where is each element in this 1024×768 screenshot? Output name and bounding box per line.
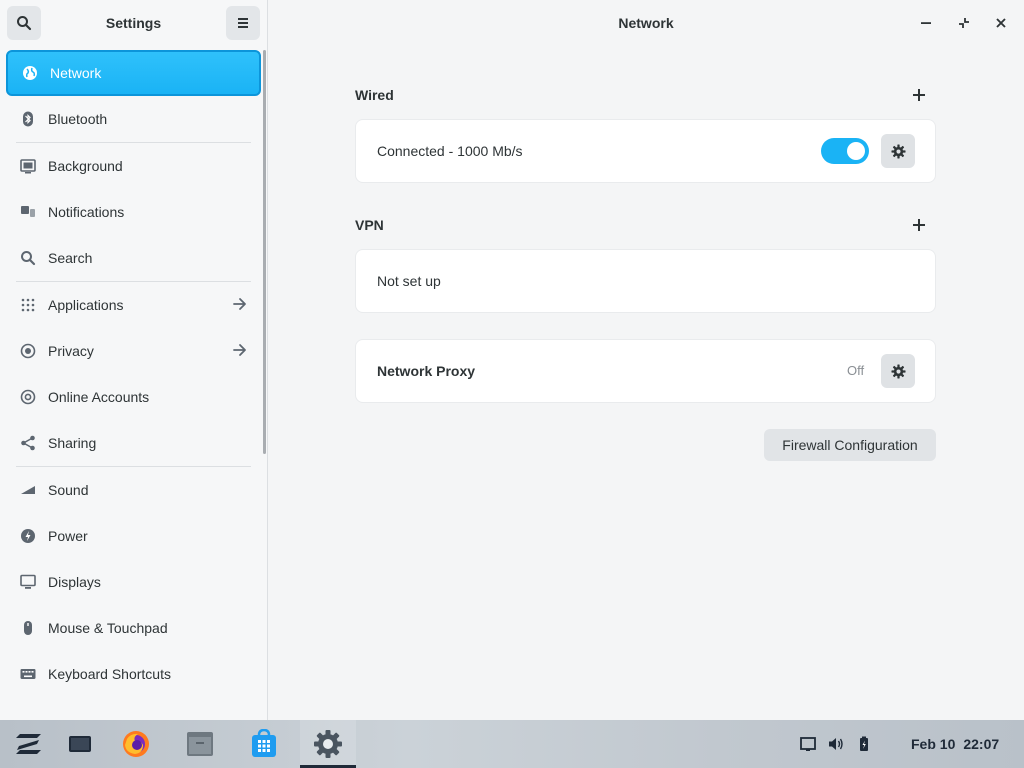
screen-tray-icon[interactable] <box>800 736 816 752</box>
clock-time: 22:07 <box>963 736 1000 752</box>
proxy-settings-button[interactable] <box>881 354 915 388</box>
sidebar-item-background[interactable]: Background <box>6 143 261 189</box>
add-vpn-plus-icon[interactable] <box>912 218 926 232</box>
clock-date: Feb 10 <box>911 736 956 752</box>
background-icon <box>20 159 36 174</box>
menu-button[interactable] <box>225 6 260 40</box>
sidebar-item-label: Keyboard Shortcuts <box>48 666 171 682</box>
firewall-configuration-button[interactable]: Firewall Configuration <box>764 429 936 461</box>
search-button[interactable] <box>7 6 41 40</box>
display-icon <box>20 574 36 589</box>
proxy-label: Network Proxy <box>377 363 476 379</box>
search-icon <box>21 251 36 266</box>
sidebar-item-applications[interactable]: Applications <box>6 282 261 328</box>
notifications-icon <box>21 206 35 217</box>
privacy-icon <box>20 343 36 359</box>
sidebar-list: Network Bluetooth Background Notificatio… <box>6 50 261 697</box>
sidebar-item-notifications[interactable]: Notifications <box>6 189 261 235</box>
toggle-knob <box>847 142 865 160</box>
sidebar-item-label: Online Accounts <box>48 389 150 405</box>
settings-app-button[interactable] <box>304 726 352 762</box>
network-proxy-card[interactable]: Network Proxy Off <box>355 339 936 403</box>
wired-settings-button[interactable] <box>881 134 915 168</box>
settings-window: Settings Network Bluetooth Background No… <box>0 0 1024 720</box>
sidebar-header: Settings <box>0 0 267 46</box>
sidebar-item-label: Power <box>48 528 88 544</box>
sidebar: Settings Network Bluetooth Background No… <box>0 0 268 720</box>
vpn-card: Not set up <box>355 249 936 313</box>
sidebar-scrollbar[interactable] <box>263 50 266 454</box>
sidebar-item-label: Bluetooth <box>48 111 108 127</box>
mouse-icon <box>24 621 32 635</box>
sidebar-item-sharing[interactable]: Sharing <box>6 420 261 466</box>
zorin-menu-button[interactable] <box>4 726 52 762</box>
share-icon <box>21 435 35 451</box>
sidebar-item-bluetooth[interactable]: Bluetooth <box>6 96 261 142</box>
sound-icon <box>21 486 35 494</box>
sidebar-item-sound[interactable]: Sound <box>6 467 261 513</box>
zorin-menu-icon <box>16 734 41 754</box>
sidebar-item-label: Privacy <box>48 343 94 359</box>
sidebar-item-label: Sound <box>48 482 89 498</box>
wired-status: Connected - 1000 Mb/s <box>377 143 523 159</box>
battery-icon[interactable] <box>856 736 872 752</box>
grid-icon <box>21 298 35 312</box>
sidebar-item-power[interactable]: Power <box>6 513 261 559</box>
volume-icon[interactable] <box>828 736 844 752</box>
sidebar-item-label: Search <box>48 250 93 266</box>
sidebar-item-label: Mouse & Touchpad <box>48 620 168 636</box>
wired-section-label: Wired <box>355 87 394 103</box>
close-button[interactable] <box>992 14 1010 32</box>
firefox-icon <box>123 731 149 757</box>
minimize-button[interactable] <box>917 14 935 32</box>
files-button[interactable] <box>176 726 224 762</box>
wired-toggle[interactable] <box>821 138 869 164</box>
hamburger-icon <box>237 18 248 28</box>
settings-icon <box>314 730 342 758</box>
minimize-icon <box>921 22 931 24</box>
vpn-section-label: VPN <box>355 217 384 233</box>
power-icon <box>21 529 35 543</box>
desktop-icon <box>69 736 91 752</box>
firefox-button[interactable] <box>112 726 160 762</box>
sidebar-item-label: Sharing <box>48 435 97 451</box>
sidebar-item-online-accounts[interactable]: Online Accounts <box>6 374 261 420</box>
globe-icon <box>23 66 37 80</box>
clock[interactable]: Feb 10 22:07 <box>911 736 1007 752</box>
sidebar-item-label: Background <box>48 158 123 174</box>
main-panel: Network Wired Connected - 1000 Mb/s VPN <box>268 0 1024 720</box>
sidebar-item-network[interactable]: Network <box>6 50 261 96</box>
proxy-state: Off <box>847 363 865 378</box>
sidebar-title: Settings <box>105 15 162 31</box>
keyboard-icon <box>20 669 36 679</box>
bluetooth-icon <box>23 111 33 127</box>
gear-icon <box>890 363 906 379</box>
software-button[interactable] <box>240 726 288 762</box>
page-title: Network <box>618 15 674 31</box>
sidebar-item-displays[interactable]: Displays <box>6 559 261 605</box>
sidebar-item-label: Notifications <box>48 204 125 220</box>
arrow-right-icon <box>233 298 246 310</box>
search-icon <box>17 16 32 31</box>
sidebar-item-privacy[interactable]: Privacy <box>6 328 261 374</box>
sidebar-item-keyboard-shortcuts[interactable]: Keyboard Shortcuts <box>6 651 261 697</box>
add-wired-plus-icon[interactable] <box>912 88 926 102</box>
sidebar-item-label: Applications <box>48 297 124 313</box>
sidebar-item-label: Network <box>50 65 102 81</box>
sidebar-item-mouse-touchpad[interactable]: Mouse & Touchpad <box>6 605 261 651</box>
sidebar-item-label: Displays <box>48 574 101 590</box>
desktop-button[interactable] <box>56 726 104 762</box>
arrow-right-icon <box>233 344 246 356</box>
at-icon <box>20 389 36 405</box>
gear-icon <box>890 143 906 159</box>
wired-card: Connected - 1000 Mb/s <box>355 119 936 183</box>
restore-icon <box>959 18 969 28</box>
software-icon <box>252 729 276 757</box>
restore-button[interactable] <box>955 14 973 32</box>
close-icon <box>996 18 1006 28</box>
main-header: Network <box>268 0 1024 46</box>
sidebar-item-search[interactable]: Search <box>6 235 261 281</box>
vpn-status: Not set up <box>377 273 441 289</box>
files-icon <box>187 732 213 756</box>
